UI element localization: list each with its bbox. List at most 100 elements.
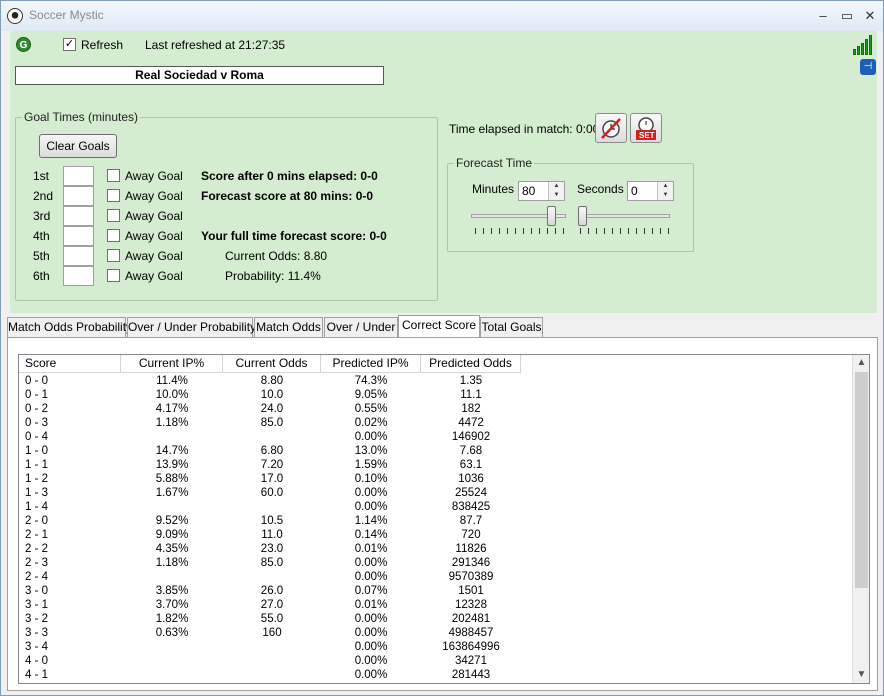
table-row[interactable]: 2 - 3 1.18% 85.0 0.00% 291346 [19,556,851,570]
go-icon[interactable]: G [16,37,31,52]
column-header-score[interactable]: Score [19,355,121,373]
minutes-value: 80 [522,184,536,198]
score-cell: 0 - 3 [25,417,49,429]
seconds-slider-ticks [580,228,669,234]
toolbar: G ✓ Refresh Last refreshed at 21:27:35 [10,31,877,57]
goal-time-input[interactable] [63,226,94,246]
away-goal-checkbox[interactable] [107,249,120,262]
goal-time-input[interactable] [63,246,94,266]
current-ip-cell: 0.63% [155,627,189,639]
spinner-arrows-icon[interactable]: ▲ ▼ [657,182,673,200]
column-header-current-ip[interactable]: Current IP% [121,355,223,373]
goal-times-legend: Goal Times (minutes) [24,110,139,124]
table-row[interactable]: 1 - 3 1.67% 60.0 0.00% 25524 [19,486,851,500]
current-odds-cell: 10.0 [260,389,284,401]
away-goal-checkbox[interactable] [107,229,120,242]
table-row[interactable]: 0 - 4 0.00% 146902 [19,430,851,444]
tab-match-odds[interactable]: Match Odds [254,317,323,337]
table-row[interactable]: 2 - 4 0.00% 9570389 [19,570,851,584]
current-odds-cell: 10.5 [260,515,284,527]
away-goal-label: Away Goal [125,169,183,183]
tab-total-goals[interactable]: Total Goals [480,317,543,337]
scroll-down-icon[interactable]: ▼ [853,667,869,683]
minutes-slider-thumb[interactable] [547,206,557,226]
set-label: SET [639,131,655,140]
table-row[interactable]: 2 - 1 9.09% 11.0 0.14% 720 [19,528,851,542]
score-cell: 1 - 4 [25,501,49,513]
table-row[interactable]: 4 - 0 0.00% 34271 [19,654,851,668]
score-cell: 3 - 0 [25,585,49,597]
goal-time-input[interactable] [63,266,94,286]
forecast-time-legend: Forecast Time [456,156,533,170]
title-bar[interactable]: Soccer Mystic – ▭ ✕ [1,1,883,31]
away-goal-checkbox[interactable] [107,209,120,222]
predicted-odds-cell: 4472 [458,417,484,429]
column-header-predicted-odds[interactable]: Predicted Odds [421,355,521,373]
scroll-up-icon[interactable]: ▲ [853,355,869,371]
grid-header: Score Current IP% Current Odds Predicted… [19,355,851,373]
goal-time-input[interactable] [63,186,94,206]
close-icon[interactable]: ✕ [863,9,877,23]
current-ip-cell [121,668,223,682]
score-cell: 2 - 4 [25,571,49,583]
table-row[interactable]: 0 - 0 11.4% 8.80 74.3% 1.35 [19,374,851,388]
table-row[interactable]: 3 - 1 3.70% 27.0 0.01% 12328 [19,598,851,612]
seconds-slider-thumb[interactable] [578,206,587,226]
away-goal-checkbox[interactable] [107,269,120,282]
tab-correct-score[interactable]: Correct Score [398,315,480,338]
score-cell: 2 - 2 [25,543,49,555]
predicted-odds-cell: 7.68 [459,445,483,457]
tab-over-under[interactable]: Over / Under [324,317,398,337]
table-row[interactable]: 1 - 4 0.00% 838425 [19,500,851,514]
table-row[interactable]: 3 - 2 1.82% 55.0 0.00% 202481 [19,612,851,626]
probability-text: Probability: 11.4% [225,269,321,283]
table-row[interactable]: 1 - 1 13.9% 7.20 1.59% 63.1 [19,458,851,472]
table-row[interactable]: 4 - 1 0.00% 281443 [19,668,851,682]
predicted-ip-cell: 0.00% [354,487,388,499]
seconds-slider-track[interactable] [578,214,670,218]
away-goal-checkbox[interactable] [107,189,120,202]
score-cell: 1 - 3 [25,487,49,499]
table-row[interactable]: 3 - 4 0.00% 163864996 [19,640,851,654]
maximize-icon[interactable]: ▭ [840,9,854,23]
signal-strength-icon [853,35,875,55]
column-header-predicted-ip[interactable]: Predicted IP% [321,355,421,373]
time-elapsed-text: Time elapsed in match: 0:00 [449,122,600,136]
vertical-scrollbar[interactable]: ▲ ▼ [852,355,869,683]
score-cell: 4 - 1 [25,669,49,681]
away-goal-checkbox[interactable] [107,169,120,182]
pin-icon[interactable]: ⊣ [860,59,876,75]
goal-time-input[interactable] [63,166,94,186]
refresh-checkbox[interactable]: ✓ [63,38,76,51]
score-cell: 2 - 3 [25,557,49,569]
clear-goals-button[interactable]: Clear Goals [39,134,117,158]
set-clock-icon[interactable]: SET [630,113,662,143]
table-row[interactable]: 2 - 2 4.35% 23.0 0.01% 11826 [19,542,851,556]
predicted-odds-cell: 12328 [455,599,487,611]
table-row[interactable]: 1 - 2 5.88% 17.0 0.10% 1036 [19,472,851,486]
table-row[interactable]: 0 - 3 1.18% 85.0 0.02% 4472 [19,416,851,430]
table-row[interactable]: 1 - 0 14.7% 6.80 13.0% 7.68 [19,444,851,458]
table-row[interactable]: 3 - 3 0.63% 160 0.00% 4988457 [19,626,851,640]
seconds-spinner[interactable]: 0 ▲ ▼ [627,181,674,201]
goal-time-input[interactable] [63,206,94,226]
predicted-ip-cell: 0.00% [354,431,388,443]
scroll-thumb[interactable] [855,372,868,588]
table-row[interactable]: 0 - 2 4.17% 24.0 0.55% 182 [19,402,851,416]
predicted-odds-cell: 25524 [455,487,487,499]
control-panel: G ✓ Refresh Last refreshed at 21:27:35 ⊣… [10,31,877,313]
tab-match-odds-probability[interactable]: Match Odds Probability [7,317,132,337]
table-row[interactable]: 2 - 0 9.52% 10.5 1.14% 87.7 [19,514,851,528]
current-odds-cell [223,640,321,654]
spinner-arrows-icon[interactable]: ▲ ▼ [548,182,564,200]
no-clock-icon[interactable] [595,113,627,143]
score-cell: 3 - 4 [25,641,49,653]
minimize-icon[interactable]: – [816,9,830,23]
window-title: Soccer Mystic [29,8,104,22]
tab-over-under-probability[interactable]: Over / Under Probability [127,317,256,337]
column-header-current-odds[interactable]: Current Odds [223,355,321,373]
predicted-ip-cell: 0.07% [354,585,388,597]
minutes-spinner[interactable]: 80 ▲ ▼ [518,181,565,201]
table-row[interactable]: 0 - 1 10.0% 10.0 9.05% 11.1 [19,388,851,402]
table-row[interactable]: 3 - 0 3.85% 26.0 0.07% 1501 [19,584,851,598]
